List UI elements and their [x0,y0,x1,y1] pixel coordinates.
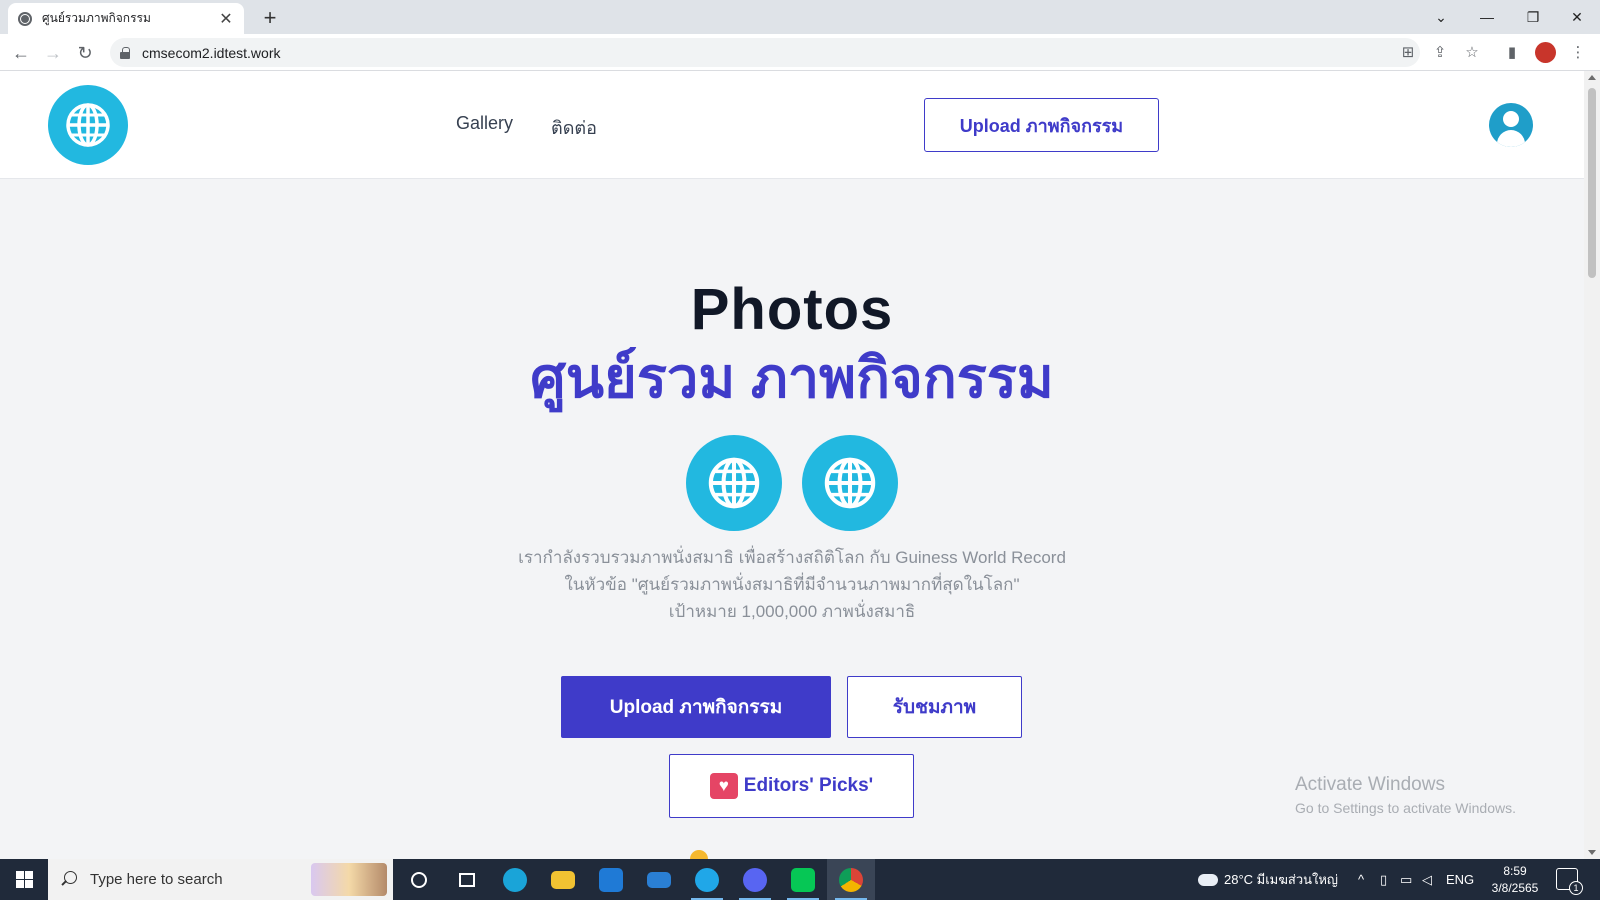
activate-windows-watermark: Activate Windows Go to Settings to activ… [1295,774,1516,816]
start-button[interactable] [0,859,48,900]
restore-icon[interactable]: ❐ [1510,0,1556,34]
store-icon[interactable] [587,859,635,900]
minimize-icon[interactable]: — [1464,0,1510,34]
discord-icon[interactable] [731,859,779,900]
line-icon[interactable] [779,859,827,900]
user-avatar-icon[interactable] [1489,103,1533,147]
network-icon[interactable]: ▭ [1400,859,1412,900]
translate-icon[interactable]: ⊞ [1398,42,1418,62]
weather-text: 28°C มีเมฆส่วนใหญ่ [1224,872,1339,887]
hero-description-line: ในหัวข้อ "ศูนย์รวมภาพนั่งสมาธิที่มีจำนวน… [564,575,1020,594]
scrollbar-thumb[interactable] [1588,88,1596,278]
nav-contact-link[interactable]: ติดต่อ [551,113,597,142]
tray-device-icon[interactable]: ▯ [1380,859,1387,900]
hero-description-line: เป้าหมาย 1,000,000 ภาพนั่งสมาธิ [668,602,916,621]
taskbar-clock[interactable]: 8:59 3/8/2565 [1480,863,1550,897]
forward-icon[interactable]: → [40,40,66,66]
search-icon [60,870,78,889]
lock-icon[interactable] [120,46,130,59]
back-icon[interactable]: ← [8,40,34,66]
clock-date: 3/8/2565 [1491,881,1539,895]
hero-globe-icon [686,435,782,531]
tab-favicon-icon [18,11,32,26]
cloud-icon [1198,873,1218,886]
hero-subtitle: ศูนย์รวม ภาพกิจกรรม [530,346,1054,409]
editors-picks-label: Editors' Picks' [743,775,874,796]
star-icon[interactable]: ☆ [1462,42,1482,62]
hero-description-line: เรากำลังรวบรวมภาพนั่งสมาธิ เพื่อสร้างสถิ… [518,548,1066,567]
page-content: Gallery ติดต่อ Upload ภาพกิจกรรม Photos … [0,71,1584,859]
file-explorer-icon[interactable] [539,859,587,900]
windows-taskbar: Type here to search 28°C มีเมฆส่วนใหญ่ ^… [0,859,1600,900]
page-scrollbar[interactable] [1584,71,1600,859]
search-placeholder: Type here to search [90,871,223,888]
tab-search-icon[interactable]: ⌄ [1418,0,1464,34]
mail-icon[interactable] [635,859,683,900]
cortana-icon[interactable] [395,859,443,900]
site-header: Gallery ติดต่อ Upload ภาพกิจกรรม [0,71,1584,179]
windows-logo-icon [15,871,33,888]
browser-tab[interactable]: ศูนย์รวมภาพกิจกรรม ✕ [8,3,244,34]
taskbar-search-box[interactable]: Type here to search [48,859,393,900]
view-photos-button[interactable]: รับชมภาพ [847,676,1022,738]
edge-icon[interactable] [491,859,539,900]
site-logo-globe-icon[interactable] [48,85,128,165]
menu-icon[interactable]: ⋮ [1568,42,1588,62]
partial-icon [690,850,708,859]
url-text: cmsecom2.idtest.work [142,44,281,61]
share-icon[interactable]: ⇪ [1430,42,1450,62]
header-upload-button[interactable]: Upload ภาพกิจกรรม [924,98,1159,152]
sidepanel-icon[interactable]: ▮ [1502,42,1522,62]
task-view-icon[interactable] [443,859,491,900]
scroll-up-icon[interactable] [1588,75,1596,80]
editors-picks-button[interactable]: ♥ Editors' Picks' [669,754,914,818]
browser-toolbar: ← → ↻ cmsecom2.idtest.work ⊞ ⇪ ☆ ▮ ⋮ [0,34,1600,71]
heart-icon: ♥ [709,773,738,799]
volume-icon[interactable]: ◁ [1422,859,1432,900]
watermark-subtitle: Go to Settings to activate Windows. [1295,800,1516,816]
nav-gallery-link[interactable]: Gallery [456,113,513,134]
app-icon[interactable] [683,859,731,900]
notification-icon[interactable]: 1 [1556,868,1583,895]
chrome-icon[interactable] [827,859,875,900]
hero-globe-icon [802,435,898,531]
tab-title: ศูนย์รวมภาพกิจกรรม [42,11,151,25]
clock-time: 8:59 [1503,864,1527,878]
new-tab-button[interactable]: + [258,5,282,31]
weather-widget[interactable]: 28°C มีเมฆส่วนใหญ่ [1198,859,1338,900]
scroll-down-icon[interactable] [1588,850,1596,855]
search-highlight-image [311,863,387,896]
address-bar[interactable]: cmsecom2.idtest.work [110,38,1420,67]
tray-chevron-icon[interactable]: ^ [1358,859,1364,900]
profile-avatar[interactable] [1535,42,1556,63]
hero-upload-button[interactable]: Upload ภาพกิจกรรม [561,676,831,738]
reload-icon[interactable]: ↻ [72,40,98,66]
window-close-icon[interactable]: ✕ [1554,0,1600,34]
notification-count: 1 [1569,881,1583,895]
tab-close-icon[interactable]: ✕ [218,9,234,29]
browser-tabbar: ศูนย์รวมภาพกิจกรรม ✕ + ⌄ — ❐ ✕ [0,0,1600,34]
watermark-title: Activate Windows [1295,774,1445,795]
language-indicator[interactable]: ENG [1446,859,1474,900]
